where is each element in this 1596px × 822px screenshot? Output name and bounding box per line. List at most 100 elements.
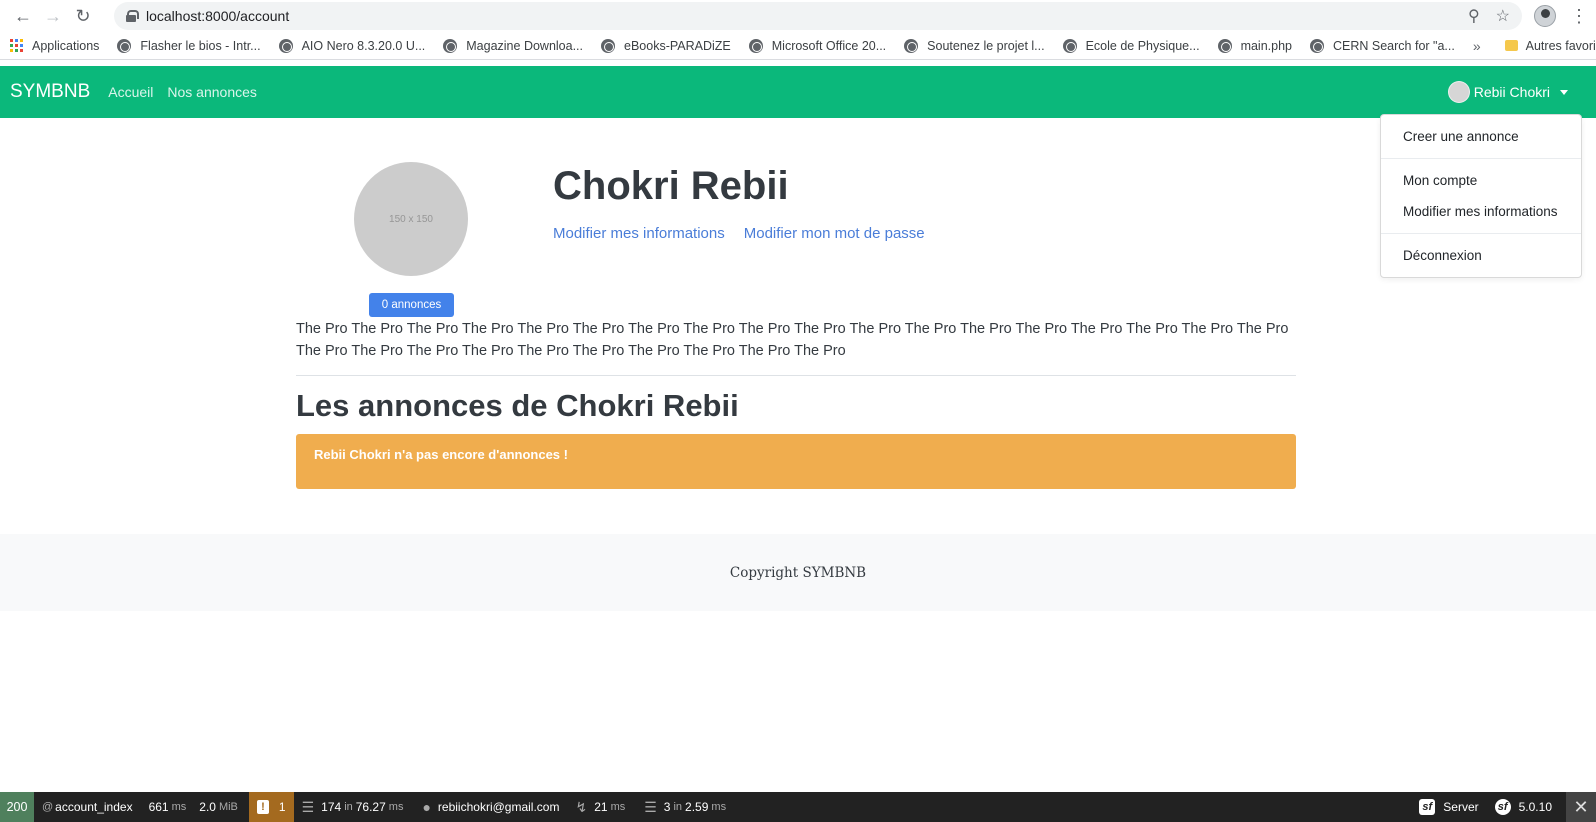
menu-item-logout[interactable]: Déconnexion bbox=[1381, 242, 1581, 269]
route-info[interactable]: @ account_index bbox=[34, 792, 141, 822]
globe-icon bbox=[1217, 38, 1232, 53]
twig-info[interactable]: ☰ 174 in 76.27 ms bbox=[294, 792, 415, 822]
globe-icon bbox=[904, 38, 919, 53]
url-text: localhost:8000/account bbox=[146, 8, 290, 24]
other-bookmarks-label: Autres favoris bbox=[1525, 38, 1596, 53]
memory-value: 2.0 bbox=[199, 800, 216, 814]
database-info[interactable]: ☰ 3 in 2.59 ms bbox=[636, 792, 737, 822]
bookmarks-bar: Applications Flasher le bios - Intr... A… bbox=[0, 32, 1596, 60]
browser-toolbar: ← → ↻ localhost:8000/account ⚲ ☆ ⋮ bbox=[0, 0, 1596, 32]
globe-icon bbox=[601, 38, 615, 53]
time-value: 661 bbox=[148, 800, 169, 814]
bookmark-item[interactable]: Soutenez le projet l... bbox=[904, 38, 1045, 53]
user-avatar bbox=[1447, 81, 1470, 103]
browser-menu-icon[interactable]: ⋮ bbox=[1570, 6, 1588, 27]
profile-name: Chokri Rebii bbox=[553, 164, 789, 208]
ads-section-title: Les annonces de Chokri Rebii bbox=[296, 388, 739, 423]
symfony-logo-icon: sf bbox=[1494, 799, 1511, 815]
bookmark-label: AIO Nero 8.3.20.0 U... bbox=[301, 38, 426, 53]
bookmark-item[interactable]: main.php bbox=[1217, 38, 1292, 53]
menu-item-edit-info[interactable]: Modifier mes informations bbox=[1381, 194, 1581, 225]
db-unit: ms bbox=[711, 801, 727, 813]
bookmark-label: Flasher le bios - Intr... bbox=[140, 38, 261, 53]
bookmark-label: Applications bbox=[32, 38, 100, 53]
events-time: 21 bbox=[594, 800, 608, 814]
back-arrow-icon[interactable]: ← bbox=[8, 2, 38, 30]
bookmark-item[interactable]: Microsoft Office 20... bbox=[748, 38, 886, 53]
at-icon: @ bbox=[42, 801, 54, 813]
profile-bio: The Pro The Pro The Pro The Pro The Pro … bbox=[296, 321, 1289, 359]
security-info[interactable]: ● rebiichokri@gmail.com bbox=[414, 792, 567, 822]
user-email: rebiichokri@gmail.com bbox=[437, 800, 560, 814]
version-info[interactable]: sf 5.0.10 bbox=[1487, 792, 1560, 822]
database-icon: ☰ bbox=[644, 798, 657, 815]
events-unit: ms bbox=[610, 801, 626, 813]
reload-icon[interactable]: ↻ bbox=[68, 2, 98, 30]
twig-in: in bbox=[344, 801, 353, 813]
browser-profile-avatar[interactable] bbox=[1534, 5, 1556, 27]
other-bookmarks[interactable]: Autres favoris bbox=[1504, 38, 1596, 53]
user-menu-toggle[interactable]: Rebii Chokri bbox=[1447, 81, 1568, 103]
address-bar[interactable]: localhost:8000/account ⚲ ☆ bbox=[114, 2, 1522, 30]
logs-warning[interactable]: ! 1 bbox=[248, 792, 294, 822]
db-count: 3 bbox=[663, 800, 671, 814]
avatar-placeholder-text: 150 x 150 bbox=[389, 213, 433, 225]
twig-time: 76.27 bbox=[355, 800, 386, 814]
layers-icon: ☰ bbox=[301, 798, 315, 815]
page-footer: Copyright SYMBNB bbox=[0, 534, 1596, 611]
memory-unit: MiB bbox=[218, 801, 238, 813]
globe-icon bbox=[117, 38, 132, 53]
http-status[interactable]: 200 bbox=[0, 792, 34, 822]
user-name: Rebii Chokri bbox=[1473, 84, 1550, 100]
folder-icon bbox=[1504, 40, 1518, 51]
profile-links: Modifier mes informations Modifier mon m… bbox=[553, 225, 925, 242]
bookmark-item[interactable]: Flasher le bios - Intr... bbox=[117, 38, 261, 53]
globe-icon bbox=[443, 38, 458, 53]
symfony-version: 5.0.10 bbox=[1518, 800, 1552, 814]
nav-link-annonces[interactable]: Nos annonces bbox=[167, 84, 257, 100]
app-navbar: SYMBNB Accueil Nos annonces Rebii Chokri bbox=[0, 66, 1596, 118]
globe-icon bbox=[1062, 38, 1077, 53]
bookmark-item[interactable]: CERN Search for "a... bbox=[1310, 38, 1455, 53]
bookmark-item[interactable]: Ecole de Physique... bbox=[1062, 38, 1200, 53]
apps-grid-icon bbox=[10, 38, 24, 53]
account-page: 150 x 150 0 annonces Chokri Rebii Modifi… bbox=[296, 118, 1296, 489]
star-icon[interactable]: ☆ bbox=[1496, 6, 1510, 26]
route-name: account_index bbox=[55, 800, 133, 814]
zoom-icon[interactable]: ⚲ bbox=[1468, 6, 1480, 26]
bookmark-applications[interactable]: Applications bbox=[10, 38, 100, 53]
bookmark-item[interactable]: AIO Nero 8.3.20.0 U... bbox=[278, 38, 426, 53]
bookmarks-overflow-icon[interactable]: » bbox=[1473, 38, 1481, 54]
bookmark-label: main.php bbox=[1240, 38, 1292, 53]
menu-item-my-account[interactable]: Mon compte bbox=[1381, 167, 1581, 194]
nav-link-accueil[interactable]: Accueil bbox=[108, 84, 153, 100]
symfony-debug-toolbar: 200 @ account_index 661 ms 2.0 MiB ! 1 ☰… bbox=[0, 792, 1596, 822]
empty-ads-alert: Rebii Chokri n'a pas encore d'annonces ! bbox=[296, 434, 1296, 489]
events-icon: ↯ bbox=[575, 798, 588, 815]
edit-password-link[interactable]: Modifier mon mot de passe bbox=[744, 225, 925, 242]
events-info[interactable]: ↯ 21 ms bbox=[567, 792, 636, 822]
time-unit: ms bbox=[171, 801, 187, 813]
server-info[interactable]: sf Server bbox=[1411, 792, 1486, 822]
bookmark-item[interactable]: eBooks-PARADiZE bbox=[601, 38, 731, 53]
user-icon: ● bbox=[422, 799, 431, 815]
empty-ads-alert-text: Rebii Chokri n'a pas encore d'annonces ! bbox=[314, 447, 568, 462]
forward-arrow-icon[interactable]: → bbox=[38, 2, 68, 30]
footer-copyright: Copyright SYMBNB bbox=[729, 564, 867, 581]
bookmark-label: Soutenez le projet l... bbox=[927, 38, 1045, 53]
close-icon[interactable]: ✕ bbox=[1566, 792, 1596, 822]
db-in: in bbox=[673, 801, 683, 813]
bookmark-item[interactable]: Magazine Downloa... bbox=[443, 38, 583, 53]
caret-down-icon bbox=[1560, 89, 1568, 95]
time-info[interactable]: 661 ms 2.0 MiB bbox=[141, 792, 249, 822]
globe-icon bbox=[1310, 38, 1324, 53]
menu-item-create-ad[interactable]: Creer une annonce bbox=[1381, 123, 1581, 150]
twig-unit: ms bbox=[388, 801, 404, 813]
ads-count-badge: 0 annonces bbox=[369, 293, 454, 317]
brand-logo[interactable]: SYMBNB bbox=[10, 81, 90, 103]
edit-info-link[interactable]: Modifier mes informations bbox=[553, 225, 725, 242]
globe-icon bbox=[278, 38, 293, 53]
bookmark-label: CERN Search for "a... bbox=[1333, 38, 1455, 53]
bookmark-label: Ecole de Physique... bbox=[1085, 38, 1200, 53]
profile-header: 150 x 150 0 annonces Chokri Rebii Modifi… bbox=[296, 118, 1296, 318]
